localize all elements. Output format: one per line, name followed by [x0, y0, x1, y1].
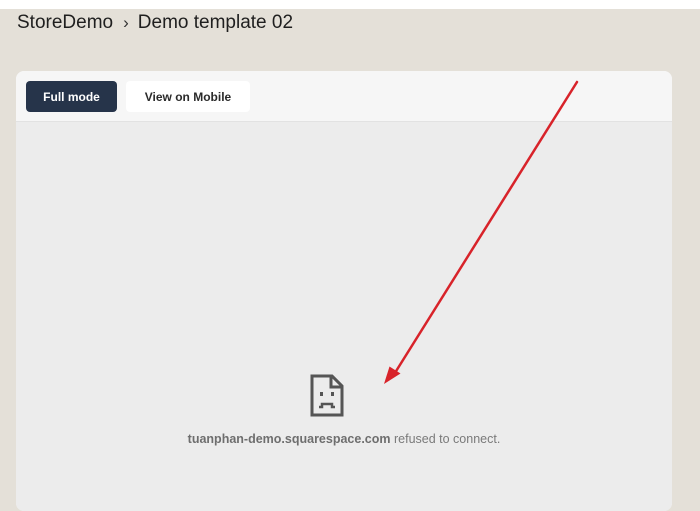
top-strip	[0, 0, 700, 9]
error-message: tuanphan-demo.squarespace.com refused to…	[16, 432, 672, 446]
error-text: refused to connect.	[393, 432, 501, 446]
breadcrumb-store-link[interactable]: StoreDemo	[17, 12, 113, 34]
error-host: tuanphan-demo.squarespace.com	[187, 432, 391, 446]
view-on-mobile-button[interactable]: View on Mobile	[126, 81, 250, 112]
preview-frame: tuanphan-demo.squarespace.com refused to…	[16, 122, 672, 511]
breadcrumb: StoreDemo › Demo template 02	[17, 10, 293, 36]
preview-toolbar: Full mode View on Mobile	[16, 71, 672, 122]
breadcrumb-separator: ›	[123, 13, 129, 32]
sad-document-icon	[310, 374, 344, 417]
full-mode-button[interactable]: Full mode	[26, 81, 117, 112]
preview-card: Full mode View on Mobile tuanphan-demo.s…	[16, 71, 672, 511]
breadcrumb-current-page: Demo template 02	[137, 12, 294, 33]
